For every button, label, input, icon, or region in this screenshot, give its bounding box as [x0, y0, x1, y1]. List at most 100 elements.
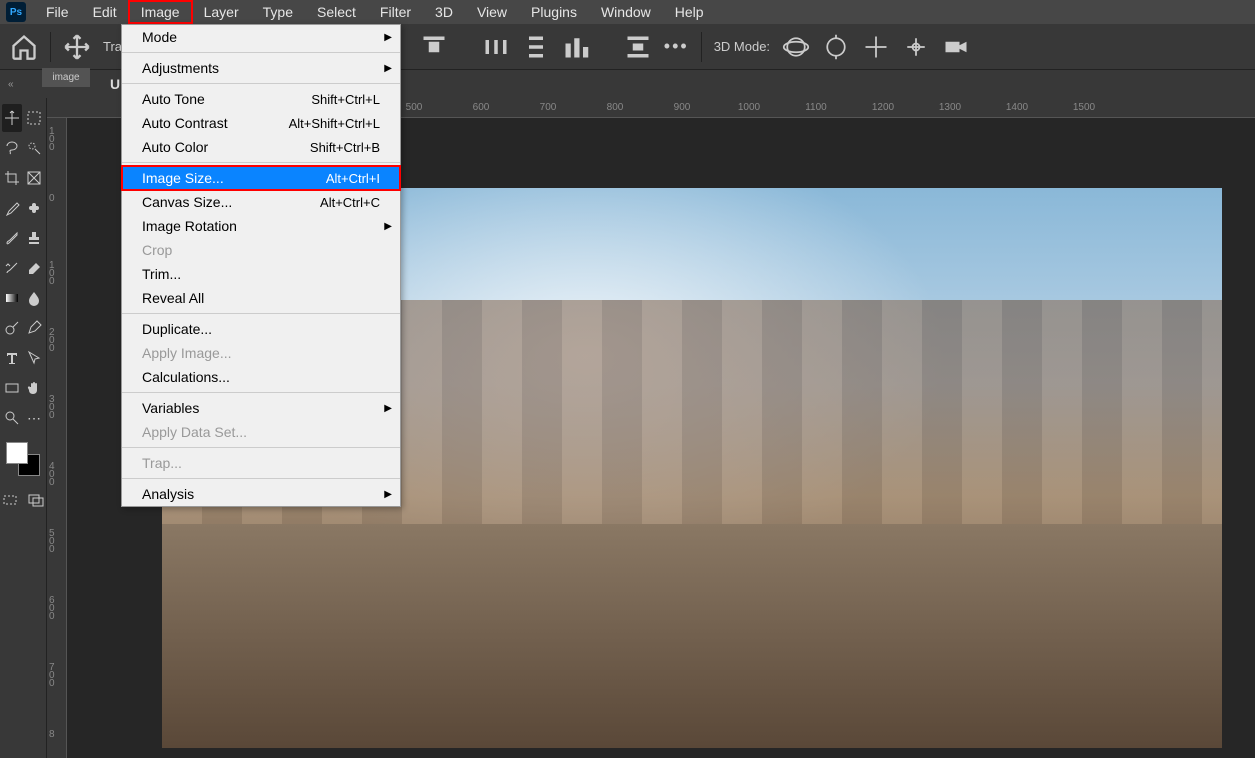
menu-item-analysis[interactable]: Analysis▶: [122, 482, 400, 506]
menu-window[interactable]: Window: [589, 1, 663, 23]
menu-edit[interactable]: Edit: [81, 1, 129, 23]
image-menu-dropdown: Mode▶Adjustments▶Auto ToneShift+Ctrl+LAu…: [121, 24, 401, 507]
submenu-arrow-icon: ▶: [384, 403, 392, 414]
foreground-color[interactable]: [6, 442, 28, 464]
roll-icon[interactable]: [822, 33, 850, 61]
ruler-tick: 100: [49, 128, 54, 152]
stamp-tool[interactable]: [24, 224, 44, 252]
history-brush-tool[interactable]: [2, 254, 22, 282]
menu-item-auto-color[interactable]: Auto ColorShift+Ctrl+B: [122, 135, 400, 159]
ruler-tick: 500: [406, 102, 423, 113]
divider: [50, 32, 51, 62]
menu-file[interactable]: File: [34, 1, 81, 23]
submenu-arrow-icon: ▶: [384, 221, 392, 232]
hand-tool[interactable]: [24, 374, 44, 402]
orbit-icon[interactable]: [782, 33, 810, 61]
frame-tool[interactable]: [24, 164, 44, 192]
eyedropper-tool[interactable]: [2, 194, 22, 222]
ruler-tick: 1000: [738, 102, 760, 113]
pen-tool[interactable]: [24, 314, 44, 342]
ruler-tick: 900: [674, 102, 691, 113]
menu-layer[interactable]: Layer: [192, 1, 251, 23]
menu-image[interactable]: Image: [129, 1, 192, 23]
menubar: Ps FileEditImageLayerTypeSelectFilter3DV…: [0, 0, 1255, 24]
menu-separator: [122, 313, 400, 314]
menu-item-image-size[interactable]: Image Size...Alt+Ctrl+I: [122, 166, 400, 190]
dodge-tool[interactable]: [2, 314, 22, 342]
menu-item-trap: Trap...: [122, 451, 400, 475]
path-select-tool[interactable]: [24, 344, 44, 372]
menu-separator: [122, 83, 400, 84]
ruler-tick: 8: [49, 731, 54, 739]
menu-item-variables[interactable]: Variables▶: [122, 396, 400, 420]
submenu-arrow-icon: ▶: [384, 32, 392, 43]
menu-item-auto-tone[interactable]: Auto ToneShift+Ctrl+L: [122, 87, 400, 111]
menu-3d[interactable]: 3D: [423, 1, 465, 23]
menu-item-mode[interactable]: Mode▶: [122, 25, 400, 49]
align-top-icon[interactable]: [420, 33, 448, 61]
ruler-tick: 400: [49, 463, 54, 487]
tabs-chevron-icon[interactable]: «: [8, 79, 14, 90]
brush-tool[interactable]: [2, 224, 22, 252]
screen-mode-icon[interactable]: [26, 486, 46, 514]
ruler-tick: 100: [49, 262, 54, 286]
ruler-tick: 200: [49, 329, 54, 353]
ruler-tick: 1200: [872, 102, 894, 113]
edit-toolbar[interactable]: ⋯: [24, 404, 44, 432]
menu-separator: [122, 447, 400, 448]
menu-item-adjustments[interactable]: Adjustments▶: [122, 56, 400, 80]
menu-item-reveal-all[interactable]: Reveal All: [122, 286, 400, 310]
pan-icon[interactable]: [862, 33, 890, 61]
distribute-icon[interactable]: [562, 33, 590, 61]
menu-item-duplicate[interactable]: Duplicate...: [122, 317, 400, 341]
eraser-tool[interactable]: [24, 254, 44, 282]
mode-label: 3D Mode:: [714, 39, 770, 54]
menu-item-trim[interactable]: Trim...: [122, 262, 400, 286]
ruler-tick: 1500: [1073, 102, 1095, 113]
quick-mask-icon[interactable]: [0, 486, 20, 514]
ruler-tick: 1100: [805, 102, 827, 113]
color-swatches[interactable]: [6, 442, 40, 476]
menu-item-image-rotation[interactable]: Image Rotation▶: [122, 214, 400, 238]
distribute-h-icon[interactable]: [482, 33, 510, 61]
ruler-tick: 800: [607, 102, 624, 113]
ruler-tick: 0: [49, 195, 54, 203]
lasso-tool[interactable]: [2, 134, 22, 162]
submenu-arrow-icon: ▶: [384, 63, 392, 74]
move-tool[interactable]: [2, 104, 22, 132]
menu-plugins[interactable]: Plugins: [519, 1, 589, 23]
menu-item-calculations[interactable]: Calculations...: [122, 365, 400, 389]
ruler-tick: 500: [49, 530, 54, 554]
slide-icon[interactable]: [902, 33, 930, 61]
more-options-icon[interactable]: •••: [664, 36, 689, 57]
tab-title[interactable]: U: [110, 76, 120, 92]
type-tool[interactable]: [2, 344, 22, 372]
menu-item-auto-contrast[interactable]: Auto ContrastAlt+Shift+Ctrl+L: [122, 111, 400, 135]
healing-tool[interactable]: [24, 194, 44, 222]
move-tool-icon[interactable]: [63, 33, 91, 61]
zoom-tool[interactable]: [2, 404, 22, 432]
ruler-tick: 1300: [939, 102, 961, 113]
divider: [701, 32, 702, 62]
ruler-vertical: 10001002003004005006007008: [47, 118, 67, 758]
menu-separator: [122, 478, 400, 479]
app-icon: Ps: [6, 2, 26, 22]
rectangle-tool[interactable]: [2, 374, 22, 402]
marquee-tool[interactable]: [24, 104, 44, 132]
ruler-tick: 700: [49, 664, 54, 688]
menu-view[interactable]: View: [465, 1, 519, 23]
quick-select-tool[interactable]: [24, 134, 44, 162]
align-to-icon[interactable]: [624, 33, 652, 61]
crop-tool[interactable]: [2, 164, 22, 192]
menu-filter[interactable]: Filter: [368, 1, 423, 23]
blur-tool[interactable]: [24, 284, 44, 312]
menu-type[interactable]: Type: [251, 1, 305, 23]
menu-item-canvas-size[interactable]: Canvas Size...Alt+Ctrl+C: [122, 190, 400, 214]
menu-separator: [122, 392, 400, 393]
distribute-v-icon[interactable]: [522, 33, 550, 61]
menu-help[interactable]: Help: [663, 1, 716, 23]
gradient-tool[interactable]: [2, 284, 22, 312]
home-icon[interactable]: [10, 33, 38, 61]
camera-icon[interactable]: [942, 33, 970, 61]
menu-select[interactable]: Select: [305, 1, 368, 23]
